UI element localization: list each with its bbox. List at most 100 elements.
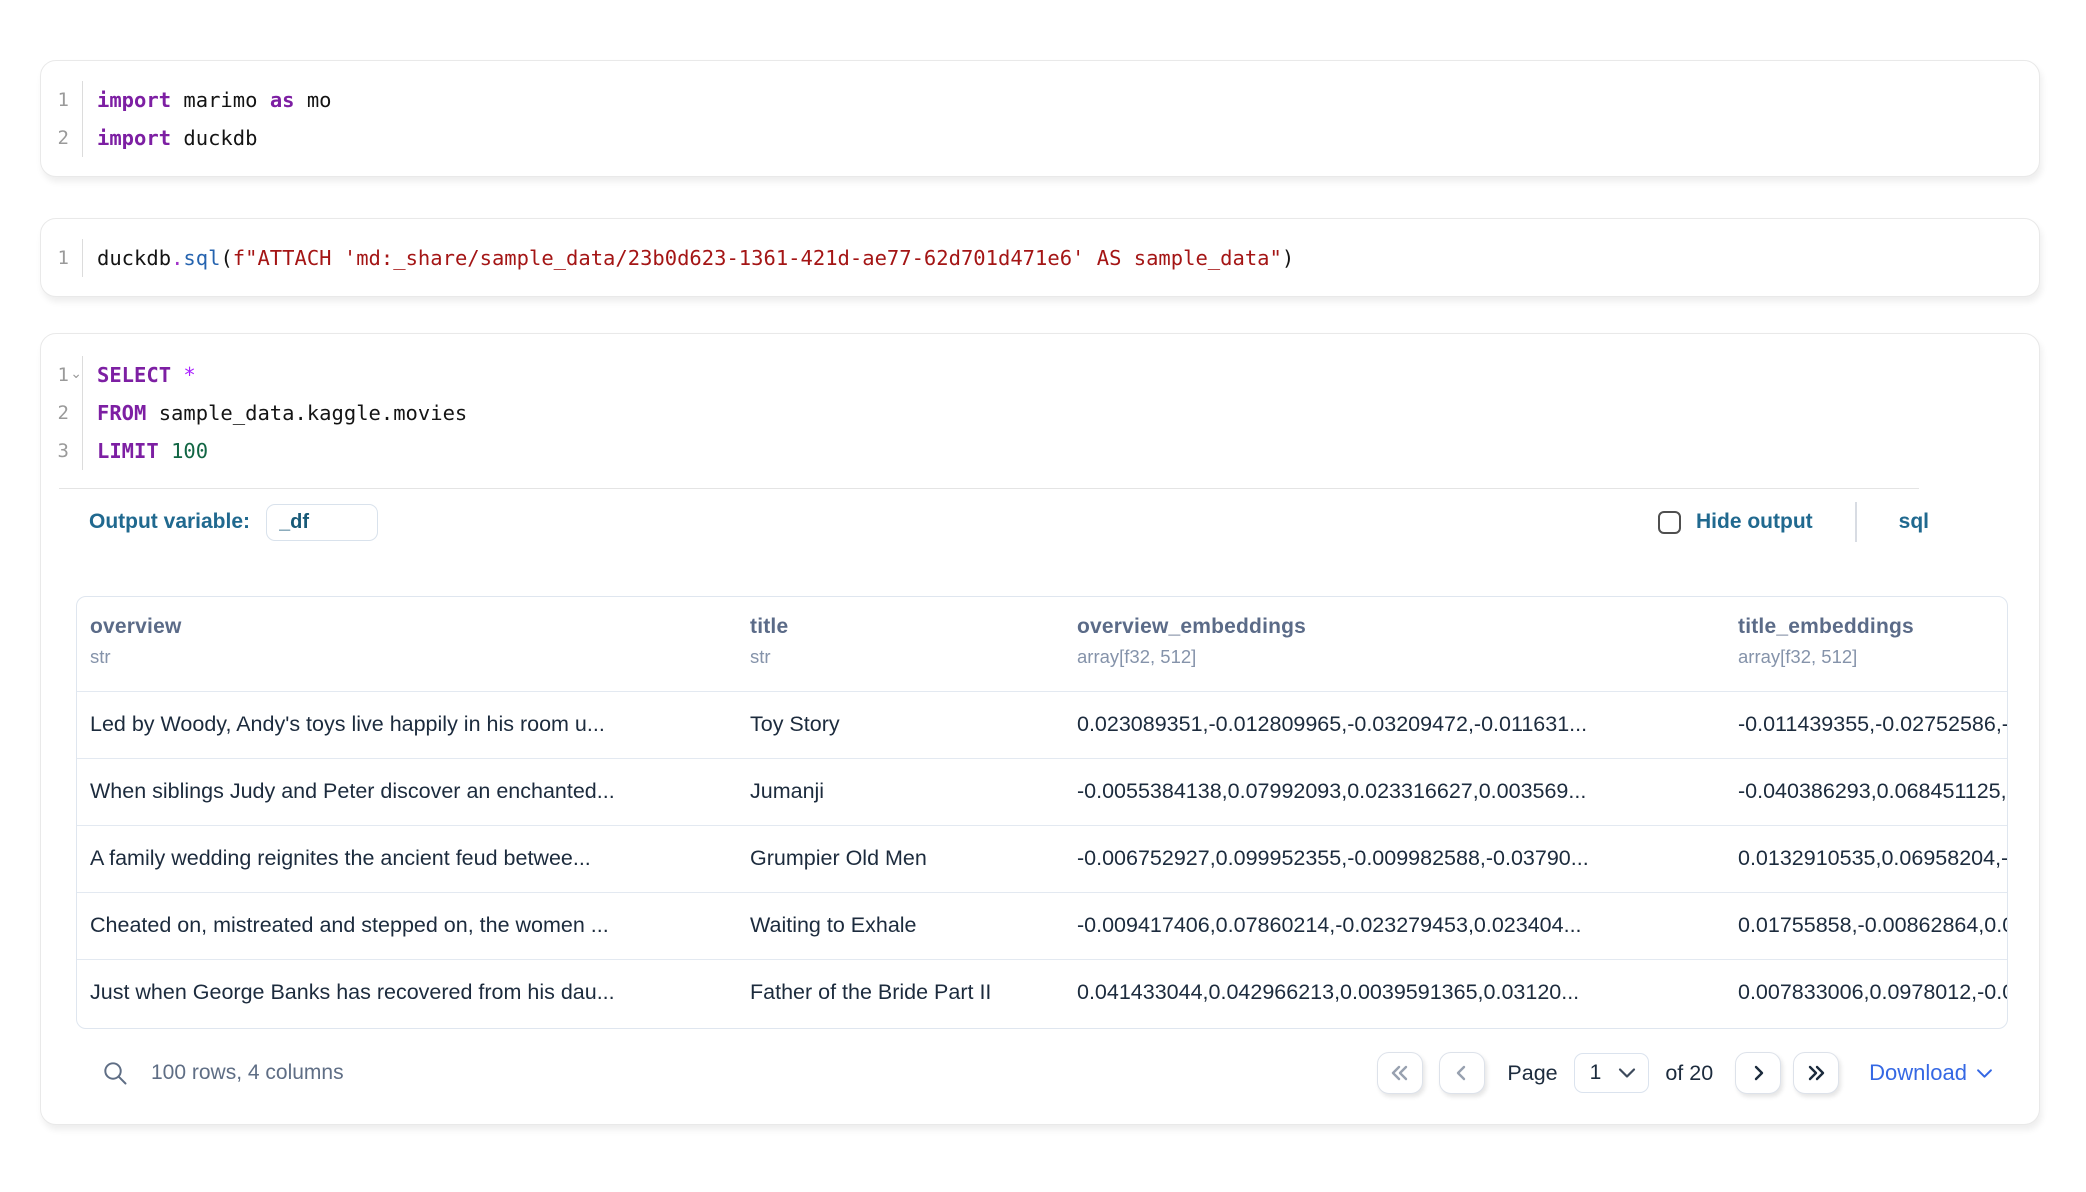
table-cell: -0.040386293,0.068451125,-0.015613 — [1738, 759, 2007, 825]
page-label: Page — [1507, 1061, 1557, 1086]
code-editor[interactable]: 1duckdb.sql(f"ATTACH 'md:_share/sample_d… — [41, 219, 2039, 277]
table-cell: 0.0132910535,0.06958204,-0.0021386 — [1738, 826, 2007, 892]
page-select[interactable]: 1 — [1574, 1053, 1650, 1093]
table-header-row: overviewstrtitlestroverview_embeddingsar… — [77, 597, 2007, 691]
code-token: ) — [1282, 246, 1294, 270]
next-page-button[interactable] — [1735, 1052, 1781, 1094]
table-cell: 0.01755858,-0.00862864,0.011384523 — [1738, 893, 2007, 959]
table-cell: -0.009417406,0.07860214,-0.023279453,0.0… — [1077, 893, 1738, 959]
toolbar-divider — [1855, 502, 1857, 542]
chevrons-right-icon — [1804, 1061, 1828, 1085]
sql-cell: 1⌄SELECT *2FROM sample_data.kaggle.movie… — [40, 333, 2040, 1125]
chevron-down-icon — [1618, 1067, 1636, 1079]
fold-toggle-icon[interactable]: ⌄ — [70, 356, 82, 392]
line-number: 3 — [41, 432, 83, 470]
output-variable-label: Output variable: — [89, 510, 250, 534]
code-line: LIMIT 100 — [83, 432, 208, 470]
download-button[interactable]: Download — [1869, 1060, 1993, 1086]
column-header[interactable]: overview str — [77, 597, 750, 691]
code-token: duckdb — [171, 126, 257, 150]
code-token: * — [183, 363, 195, 387]
column-header[interactable]: title str — [750, 597, 1077, 691]
line-number: 1 — [41, 239, 83, 277]
table-cell: Just when George Banks has recovered fro… — [77, 960, 750, 1026]
page-total-label: of 20 — [1665, 1061, 1713, 1086]
search-icon — [101, 1059, 129, 1087]
pagination: Page 1 of 20 — [1377, 1052, 1993, 1094]
code-line: duckdb.sql(f"ATTACH 'md:_share/sample_da… — [83, 239, 1294, 277]
chevron-right-icon — [1746, 1061, 1770, 1085]
table-cell: -0.0055384138,0.07992093,0.023316627,0.0… — [1077, 759, 1738, 825]
code-line: import duckdb — [83, 119, 257, 157]
search-button[interactable] — [101, 1059, 129, 1087]
code-token: LIMIT — [97, 439, 159, 463]
line-number: 1⌄ — [41, 356, 83, 394]
table-cell: Father of the Bride Part II — [750, 960, 1077, 1026]
column-dtype: array[f32, 512] — [1077, 646, 1738, 668]
table-cell: Jumanji — [750, 759, 1077, 825]
table-cell: 0.041433044,0.042966213,0.0039591365,0.0… — [1077, 960, 1738, 1026]
result-table: overviewstrtitlestroverview_embeddingsar… — [76, 596, 2008, 1029]
code-token: mo — [295, 88, 332, 112]
line-number: 1 — [41, 81, 83, 119]
row-count-summary: 100 rows, 4 columns — [151, 1061, 344, 1085]
column-name: overview_embeddings — [1077, 615, 1738, 639]
language-toggle[interactable]: sql — [1899, 510, 1929, 534]
column-name: title — [750, 615, 1077, 639]
table-body: Led by Woody, Andy's toys live happily i… — [77, 691, 2007, 1026]
hide-output-label[interactable]: Hide output — [1696, 510, 1813, 534]
table-row[interactable]: A family wedding reignites the ancient f… — [77, 825, 2007, 892]
chevron-down-icon — [1976, 1068, 1993, 1079]
code-token: marimo — [171, 88, 270, 112]
code-token: SELECT — [97, 363, 171, 387]
table-footer: 100 rows, 4 columns Page 1 — [76, 1041, 2008, 1105]
output-variable-input[interactable] — [266, 504, 378, 541]
code-token — [171, 363, 183, 387]
first-page-button[interactable] — [1377, 1052, 1423, 1094]
code-token: sql — [183, 246, 220, 270]
code-cell-imports: 1import marimo as mo2import duckdb — [40, 60, 2040, 177]
table-cell: Cheated on, mistreated and stepped on, t… — [77, 893, 750, 959]
code-editor[interactable]: 1⌄SELECT *2FROM sample_data.kaggle.movie… — [41, 334, 2039, 470]
column-dtype: array[f32, 512] — [1738, 646, 2007, 668]
table-cell: Grumpier Old Men — [750, 826, 1077, 892]
code-token: duckdb — [97, 246, 171, 270]
sql-cell-toolbar: Output variable: Hide output sql — [89, 497, 1929, 547]
table-cell: When siblings Judy and Peter discover an… — [77, 759, 750, 825]
table-row[interactable]: Cheated on, mistreated and stepped on, t… — [77, 892, 2007, 959]
code-token: f"ATTACH 'md:_share/sample_data/23b0d623… — [233, 246, 1282, 270]
table-cell: 0.007833006,0.0978012,-0.01277752 — [1738, 960, 2007, 1026]
table-row[interactable]: When siblings Judy and Peter discover an… — [77, 758, 2007, 825]
table-cell: Led by Woody, Andy's toys live happily i… — [77, 692, 750, 758]
prev-page-button[interactable] — [1439, 1052, 1485, 1094]
code-line: FROM sample_data.kaggle.movies — [83, 394, 467, 432]
table-cell: -0.011439355,-0.02752586,-0.034929 — [1738, 692, 2007, 758]
hide-output-checkbox[interactable] — [1658, 511, 1681, 534]
column-name: overview — [90, 615, 750, 639]
table-row[interactable]: Led by Woody, Andy's toys live happily i… — [77, 691, 2007, 758]
column-dtype: str — [750, 646, 1077, 668]
code-token: as — [270, 88, 295, 112]
code-token: 100 — [171, 439, 208, 463]
chevron-left-icon — [1450, 1061, 1474, 1085]
code-token: . — [171, 246, 183, 270]
last-page-button[interactable] — [1793, 1052, 1839, 1094]
table-cell: Toy Story — [750, 692, 1077, 758]
code-token: ( — [220, 246, 232, 270]
code-token: sample_data.kaggle.movies — [146, 401, 467, 425]
chevrons-left-icon — [1388, 1061, 1412, 1085]
code-line: import marimo as mo — [83, 81, 332, 119]
table-cell: -0.006752927,0.099952355,-0.009982588,-0… — [1077, 826, 1738, 892]
table-row[interactable]: Just when George Banks has recovered fro… — [77, 959, 2007, 1026]
column-header[interactable]: overview_embeddings array[f32, 512] — [1077, 597, 1738, 691]
code-token — [159, 439, 171, 463]
code-line: SELECT * — [83, 356, 196, 394]
download-label: Download — [1869, 1060, 1967, 1086]
line-number: 2 — [41, 394, 83, 432]
code-editor[interactable]: 1import marimo as mo2import duckdb — [41, 61, 2039, 157]
column-dtype: str — [90, 646, 750, 668]
table-cell: A family wedding reignites the ancient f… — [77, 826, 750, 892]
column-header[interactable]: title_embeddingsarray[f32, 512] — [1738, 597, 2007, 691]
page-select-value: 1 — [1590, 1061, 1602, 1085]
line-number: 2 — [41, 119, 83, 157]
